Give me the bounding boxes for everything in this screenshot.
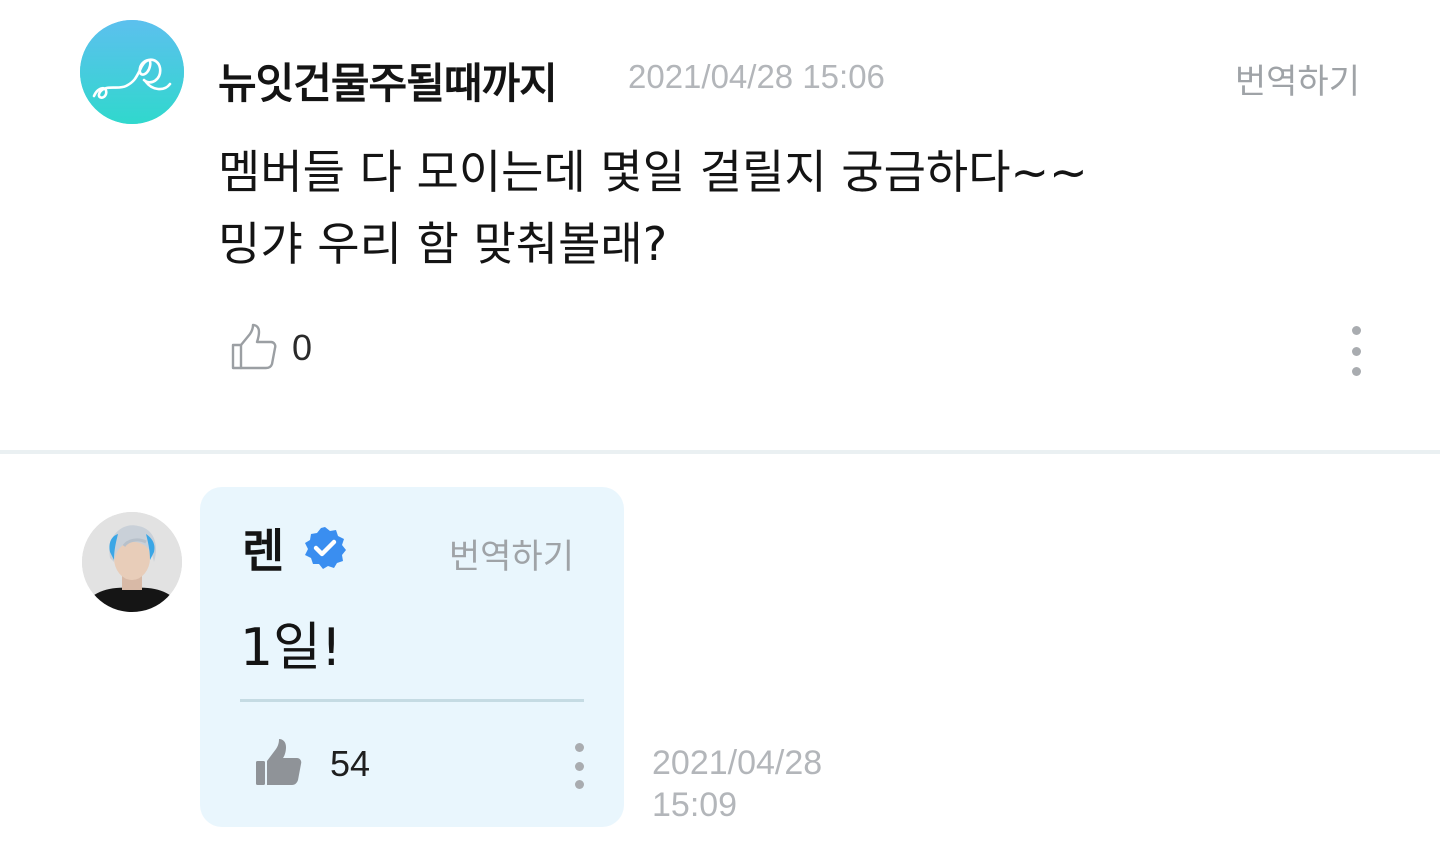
artist-profile-photo	[82, 512, 182, 612]
thumbs-up-filled-icon	[256, 739, 302, 785]
fan-comment-line: 멤버들 다 모이는데 몇일 걸릴지 궁금하다~~	[218, 145, 1088, 199]
fan-avatar[interactable]	[80, 20, 184, 124]
artist-like-button[interactable]: 54	[252, 737, 370, 791]
comment-thread: 뉴잇건물주될때까지 2021/04/28 15:06 번역하기 멤버들 다 모이…	[0, 0, 1440, 849]
artist-reply-body: 1일!	[240, 618, 342, 678]
fan-like-count: 0	[292, 327, 313, 368]
more-vertical-icon	[1351, 326, 1361, 335]
fan-comment-timestamp: 2021/04/28 15:06	[628, 58, 885, 95]
artist-reply-bubble: 렌 번역하기 1일! 54	[200, 487, 624, 827]
artist-reply-date: 2021/04/28	[652, 744, 823, 782]
fan-comment-body: 멤버들 다 모이는데 몇일 걸릴지 궁금하다~~ 밍갸 우리 함 맞춰볼래?	[218, 136, 1338, 280]
section-divider	[0, 450, 1440, 454]
artist-translate-button[interactable]: 번역하기	[449, 529, 574, 578]
artist-reply-timestamp: 2021/04/28 15:09	[652, 742, 822, 826]
artist-avatar[interactable]	[82, 512, 182, 612]
more-vertical-icon	[574, 743, 584, 752]
heart-line-icon	[80, 20, 184, 124]
fan-comment-line: 밍갸 우리 함 맞춰볼래?	[218, 217, 668, 271]
fan-like-button[interactable]: 0	[228, 322, 312, 374]
artist-author-name[interactable]: 렌	[242, 515, 284, 581]
verified-badge-icon	[305, 527, 346, 569]
bubble-divider	[240, 699, 584, 702]
thumbs-up-outline-icon	[231, 323, 277, 370]
artist-reply-time: 15:09	[652, 786, 738, 824]
fan-author-name[interactable]: 뉴잇건물주될때까지	[218, 50, 558, 111]
fan-translate-button[interactable]: 번역하기	[1235, 54, 1360, 103]
artist-like-count: 54	[330, 743, 371, 784]
artist-more-options-button[interactable]	[564, 743, 594, 789]
fan-more-options-button[interactable]	[1340, 326, 1372, 376]
